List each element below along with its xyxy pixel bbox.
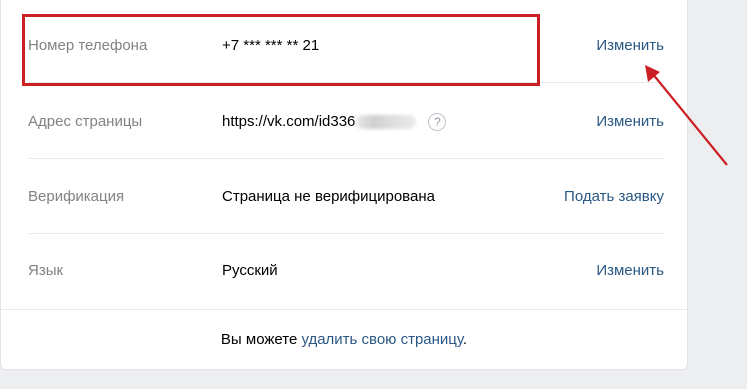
- delete-page-footer: Вы можете удалить свою страницу.: [1, 309, 687, 370]
- phone-highlight-box: [22, 14, 540, 86]
- language-label: Язык: [28, 262, 64, 279]
- language-row: Язык Русский Изменить: [28, 234, 664, 308]
- change-address-link[interactable]: Изменить: [596, 85, 664, 159]
- change-language-link[interactable]: Изменить: [596, 234, 664, 308]
- footer-period: .: [462, 331, 468, 348]
- blurred-id-part: [356, 115, 417, 130]
- page-address-value-wrap: https://vk.com/id336?: [222, 85, 447, 159]
- page-address-value: https://vk.com/id336: [222, 113, 356, 130]
- delete-page-link[interactable]: удалить свою страницу: [301, 331, 462, 348]
- language-value: Русский: [222, 262, 278, 279]
- apply-verification-link[interactable]: Подать заявку: [564, 160, 664, 234]
- change-phone-link[interactable]: Изменить: [596, 9, 664, 83]
- verification-value: Страница не верифицирована: [222, 188, 435, 205]
- page-address-label: Адрес страницы: [28, 113, 143, 130]
- footer-text: Вы можете: [220, 331, 302, 348]
- verification-row: Верификация Страница не верифицирована П…: [28, 160, 664, 234]
- help-icon[interactable]: ?: [428, 113, 447, 132]
- page-address-row: Адрес страницы https://vk.com/id336? Изм…: [28, 85, 664, 159]
- verification-label: Верификация: [28, 188, 125, 205]
